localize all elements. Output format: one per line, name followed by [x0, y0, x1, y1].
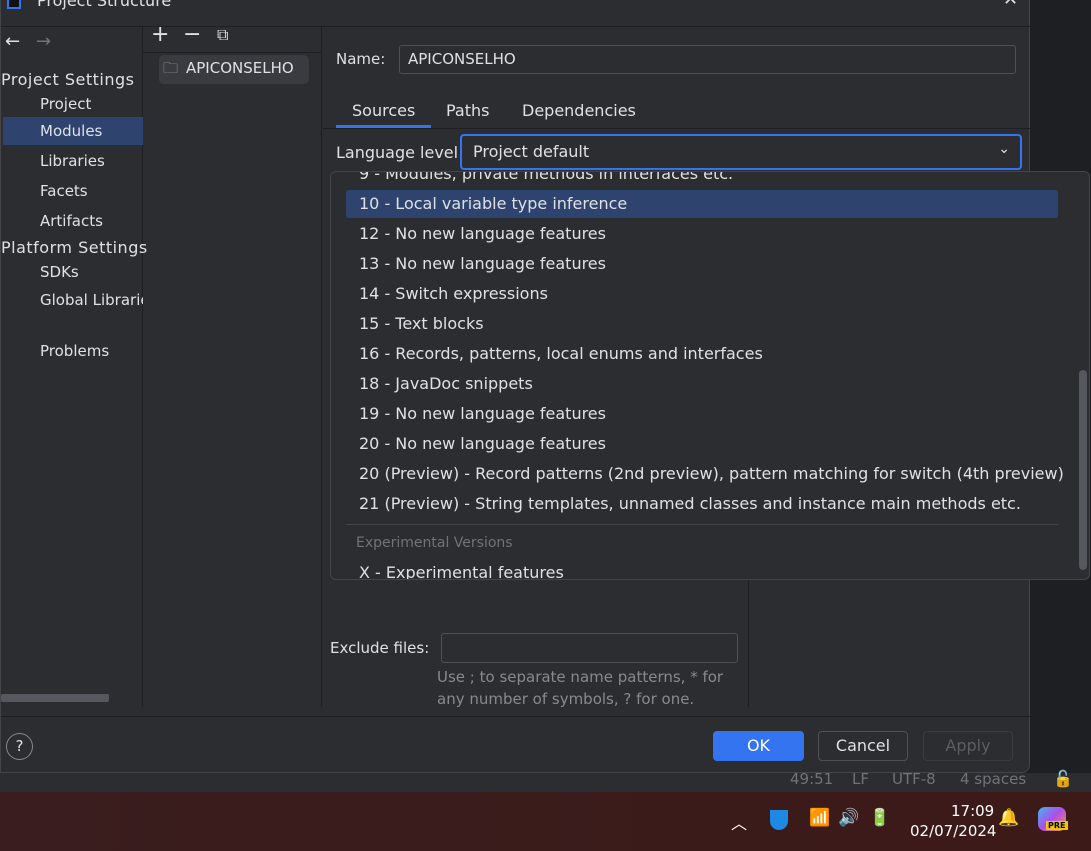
windows-taskbar: ︿ 📶 🔊 🔋 17:09 02/07/2024 🔔 PRE	[0, 792, 1091, 851]
name-input[interactable]: APICONSELHO	[399, 45, 1016, 74]
dropdown-item[interactable]: 21 (Preview) - String templates, unnamed…	[359, 494, 1021, 513]
module-folder-icon: 🗀	[163, 59, 179, 77]
dropdown-item[interactable]: 19 - No new language features	[359, 404, 606, 423]
battery-icon[interactable]: 🔋	[869, 808, 890, 828]
module-item[interactable]: 🗀 APICONSELHO	[159, 55, 309, 84]
exclude-files-label: Exclude files:	[330, 639, 430, 657]
copy-icon[interactable]: ⧉	[217, 25, 228, 45]
add-icon[interactable]: +	[151, 22, 169, 47]
module-list-panel: + − ⧉ 🗀 APICONSELHO	[143, 22, 322, 707]
sidebar-item-libraries[interactable]: Libraries	[40, 152, 105, 170]
language-level-dropdown: 9 - Modules, private methods in interfac…	[330, 171, 1090, 580]
close-icon[interactable]: ✕	[1003, 0, 1018, 10]
app-icon	[7, 0, 21, 9]
project-settings-header: Project Settings	[1, 70, 135, 89]
cancel-button[interactable]: Cancel	[818, 731, 908, 761]
sidebar-item-global-libraries[interactable]: Global Libraries	[40, 291, 143, 309]
exclude-hint: any number of symbols, ? for one.	[437, 690, 695, 708]
wifi-icon[interactable]: 📶	[809, 808, 830, 828]
exclude-files-input[interactable]	[441, 633, 738, 663]
platform-settings-header: Platform Settings	[1, 238, 148, 257]
notification-bell-icon[interactable]: 🔔	[998, 808, 1019, 828]
horizontal-scrollbar[interactable]	[1, 694, 109, 702]
dropdown-item[interactable]: 13 - No new language features	[359, 254, 606, 273]
sidebar-item-artifacts[interactable]: Artifacts	[40, 212, 103, 230]
dropdown-item[interactable]: 14 - Switch expressions	[359, 284, 548, 303]
dropdown-item[interactable]: 9 - Modules, private methods in interfac…	[359, 172, 733, 183]
sidebar-item-modules[interactable]: Modules	[40, 122, 102, 140]
remove-icon[interactable]: −	[183, 22, 201, 47]
divider	[143, 52, 322, 53]
dropdown-item[interactable]: 20 (Preview) - Record patterns (2nd prev…	[359, 464, 1064, 483]
lock-icon[interactable]: 🔓	[1053, 769, 1073, 788]
sidebar-item-sdks[interactable]: SDKs	[40, 263, 79, 281]
clock-time[interactable]: 17:09	[951, 802, 994, 820]
sidebar: ← → Project Settings Project Modules Lib…	[1, 27, 147, 707]
copilot-badge: PRE	[1046, 821, 1068, 830]
dropdown-scrollbar[interactable]	[1079, 370, 1087, 570]
help-button[interactable]: ?	[6, 733, 33, 760]
security-shield-icon[interactable]	[770, 810, 788, 830]
dropdown-item[interactable]: X - Experimental features	[359, 563, 564, 579]
divider	[1, 716, 1031, 717]
name-label: Name:	[336, 50, 386, 68]
language-level-select[interactable]: Project default ⌄	[460, 134, 1022, 170]
dropdown-item[interactable]: 15 - Text blocks	[359, 314, 484, 333]
module-name: APICONSELHO	[186, 59, 294, 77]
ok-button[interactable]: OK	[713, 731, 804, 761]
copilot-icon[interactable]: PRE	[1038, 807, 1068, 831]
chevron-up-icon[interactable]: ︿	[731, 810, 747, 834]
divider	[323, 128, 1031, 129]
separator	[346, 524, 1058, 525]
divider	[748, 571, 749, 707]
window-title: Project Structure	[37, 0, 172, 10]
volume-icon[interactable]: 🔊	[838, 808, 859, 828]
back-arrow-icon[interactable]: ←	[5, 31, 20, 52]
tab-dependencies[interactable]: Dependencies	[522, 101, 636, 120]
sidebar-item-facets[interactable]: Facets	[40, 182, 88, 200]
dropdown-item[interactable]: 20 - No new language features	[359, 434, 606, 453]
sidebar-item-problems[interactable]: Problems	[40, 342, 109, 360]
dropdown-item[interactable]: 10 - Local variable type inference	[359, 194, 627, 213]
apply-button[interactable]: Apply	[923, 731, 1013, 761]
chevron-down-icon: ⌄	[998, 141, 1010, 157]
dropdown-item[interactable]: 16 - Records, patterns, local enums and …	[359, 344, 763, 363]
exclude-hint: Use ; to separate name patterns, * for	[437, 668, 724, 686]
tab-sources[interactable]: Sources	[352, 101, 415, 120]
language-level-value: Project default	[473, 142, 590, 161]
clock-date[interactable]: 02/07/2024	[910, 822, 996, 840]
group-label: Experimental Versions	[356, 535, 513, 551]
tab-paths[interactable]: Paths	[446, 101, 489, 120]
language-level-label: Language level:	[336, 143, 464, 162]
sidebar-item-project[interactable]: Project	[40, 95, 91, 113]
ide-status-bar: 49:51 LF UTF-8 4 spaces 🔓	[0, 769, 1091, 792]
dropdown-item[interactable]: 18 - JavaDoc snippets	[359, 374, 533, 393]
dropdown-item[interactable]: 12 - No new language features	[359, 224, 606, 243]
forward-arrow-icon[interactable]: →	[36, 31, 51, 52]
